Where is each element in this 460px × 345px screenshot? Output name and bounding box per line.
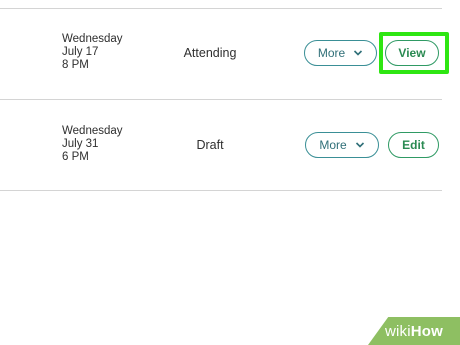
more-button-label: More: [317, 46, 346, 60]
event-status: Draft: [196, 138, 224, 152]
event-weekday: Wednesday: [62, 125, 123, 137]
event-weekday: Wednesday: [62, 33, 123, 45]
event-date: Wednesday July 17 8 PM: [62, 33, 123, 72]
event-date: Wednesday July 31 6 PM: [62, 125, 123, 164]
divider-middle: [0, 99, 442, 100]
event-month-day: July 31: [62, 138, 99, 150]
watermark-logo: wiki How: [368, 317, 460, 345]
divider-bottom: [0, 190, 442, 191]
event-time: 6 PM: [62, 151, 89, 163]
watermark-part1: wiki: [384, 322, 411, 340]
edit-button-label: Edit: [402, 138, 425, 152]
event-status: Attending: [183, 46, 237, 60]
more-button-label: More: [319, 138, 347, 152]
chevron-down-icon: [355, 142, 364, 148]
event-time: 8 PM: [62, 59, 89, 71]
event-month-day: July 17: [62, 46, 99, 58]
edit-button[interactable]: Edit: [388, 132, 439, 158]
watermark-part2: How: [410, 322, 444, 340]
more-button[interactable]: More: [305, 132, 379, 158]
highlight-box: [379, 32, 449, 74]
more-button[interactable]: More: [304, 40, 377, 66]
divider-top: [0, 8, 442, 9]
chevron-down-icon: [354, 50, 363, 56]
